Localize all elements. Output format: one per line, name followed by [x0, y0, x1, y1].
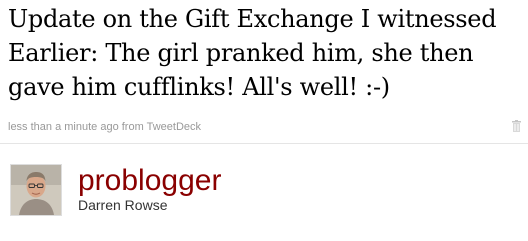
tweet-text: Update on the Gift Exchange I witnessed E… — [8, 2, 523, 104]
screen-name-link[interactable]: problogger — [78, 164, 221, 198]
user-photo-avatar-icon — [11, 165, 61, 215]
avatar[interactable] — [10, 164, 62, 216]
tweet-timestamp[interactable]: less than a minute ago — [8, 121, 119, 133]
tweet-text-line-3: gave him cufflinks! All's well! :-) — [8, 73, 390, 101]
source-link[interactable]: TweetDeck — [147, 121, 201, 133]
author-block: problogger Darren Rowse — [0, 144, 528, 241]
author-full-name: Darren Rowse — [78, 197, 168, 213]
trash-icon[interactable] — [512, 120, 521, 132]
tweet-text-line-1: Update on the Gift Exchange I witnessed — [8, 5, 497, 33]
tweet-text-line-2: Earlier: The girl pranked him, she then — [8, 39, 474, 67]
tweet-page: Update on the Gift Exchange I witnessed E… — [0, 0, 528, 241]
tweet-meta: less than a minute ago from TweetDeck — [8, 121, 201, 133]
from-label: from — [121, 121, 144, 133]
